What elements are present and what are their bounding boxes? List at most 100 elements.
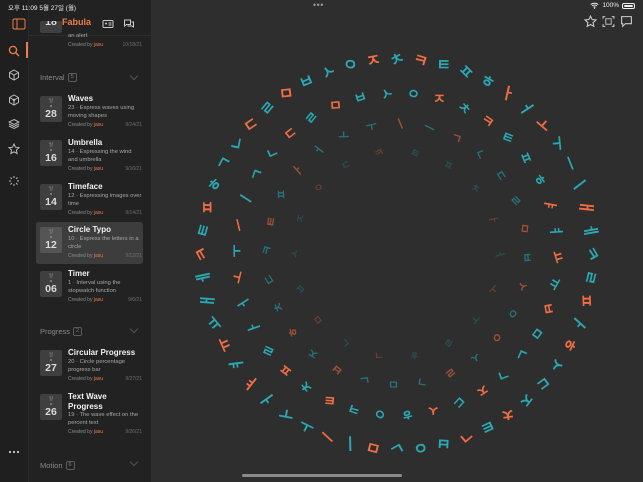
ring-glyph: ㄴ xyxy=(338,335,353,350)
ring-glyph: ㅊ xyxy=(270,300,287,315)
ring-glyph: ㅍ xyxy=(577,293,597,308)
ring-glyph: ㅍ xyxy=(441,158,455,173)
ring-glyph: ㅣ xyxy=(343,434,358,453)
list-item-text-wave-progress[interactable]: 일 26 Text Wave Progress 19 · The wave eff… xyxy=(36,389,143,439)
ring-glyph: ㅏ xyxy=(289,161,307,179)
chevron-down-icon[interactable] xyxy=(129,71,139,81)
ring-glyph: ㄷ xyxy=(281,124,301,145)
list-item-timeface[interactable]: 일 14 Timeface 12 · Expressing images over… xyxy=(36,179,143,221)
ring-glyph: ㅔ xyxy=(580,222,601,240)
ring-glyph: ㄱ xyxy=(416,374,429,390)
list-item-circle-typo[interactable]: 일 12 Circle Typo 10 · Express the letters… xyxy=(36,222,143,264)
ring-glyph: ㅍ xyxy=(515,149,535,167)
star-icon[interactable] xyxy=(583,14,598,28)
ring-glyph: ㅎ xyxy=(529,171,550,191)
multitasking-dots[interactable]: ••• xyxy=(313,0,324,10)
item-meta: Created by jasu 9/27/21 xyxy=(68,376,142,382)
item-meta: Created by jasu 9/16/21 xyxy=(68,166,142,172)
ring-glyph: ㅗ xyxy=(229,269,248,285)
ring-glyph: ㅅ xyxy=(515,279,531,293)
ring-glyph: ㅓ xyxy=(514,97,538,120)
ring-glyph: ㅣ xyxy=(236,189,256,209)
list-item-waves[interactable]: 일 28 Waves 23 · Express waves using movin… xyxy=(36,91,143,133)
screenshot-icon[interactable] xyxy=(602,15,615,28)
ring-glyph: ㅍ xyxy=(274,189,288,200)
more-icon[interactable] xyxy=(7,445,21,459)
ring-glyph: ㅏ xyxy=(486,213,500,225)
ring-glyph: ㅛ xyxy=(203,311,227,335)
cube-outline-icon[interactable] xyxy=(7,68,21,82)
ring-glyph: ㅡ xyxy=(230,216,249,232)
item-meta: Created by jasu 9/24/21 xyxy=(68,122,142,128)
ring-glyph: ㅂ xyxy=(436,433,452,453)
ring-glyph: ㅅ xyxy=(427,402,440,418)
ring-glyph: ㅊ xyxy=(499,404,516,425)
ring-glyph: ㄷ xyxy=(531,371,554,395)
ring-glyph: ㅠ xyxy=(544,274,564,293)
ring-glyph: ㅁ xyxy=(311,312,326,327)
ring-glyph: ㅊ xyxy=(297,376,318,396)
ring-glyph: ㅇ xyxy=(411,437,430,459)
ring-glyph: ㄱ xyxy=(374,348,385,361)
list-item-circular-progress[interactable]: 일 27 Circular Progress 20 · Circle percen… xyxy=(36,345,143,387)
ring-glyph: ㅡ xyxy=(421,119,437,137)
rail-active-indicator xyxy=(26,42,28,58)
circle-typo-canvas[interactable]: ㅋㄹㅍㅏㅎㅅㄷㅈㅊㅌㄱㅂㅇㄴㅁㅣㅡㅗㅜㅓㅑㅕㅠㅛㅐㅔㅋㅌㅍㅎㄱㄴㄷㄹㅁㅂㅅㅇㅈㅊ… xyxy=(151,0,643,482)
list-item-umbrella[interactable]: 일 16 Umbrella 14 · Expressing the wind an… xyxy=(36,135,143,177)
section-header-progress[interactable]: Progress 2 xyxy=(40,327,83,336)
ring-glyph: ㄱ xyxy=(494,364,512,384)
calendar-badge: 18 xyxy=(40,21,62,33)
ring-glyph: ㅁ xyxy=(364,437,383,459)
search-icon[interactable] xyxy=(7,44,21,58)
home-indicator xyxy=(242,474,402,477)
ring-glyph: ㅋ xyxy=(477,112,497,132)
ring-glyph: ㅐ xyxy=(576,199,596,216)
ring-glyph: ㅇ xyxy=(489,331,505,344)
ring-glyph: ㅈ xyxy=(364,50,382,71)
ring-glyph: ㄴ xyxy=(472,147,489,163)
ring-glyph: ㅋ xyxy=(259,243,276,258)
status-right: 100% xyxy=(590,2,635,9)
ring-glyph: ㄴ xyxy=(511,346,531,364)
cube-icon[interactable] xyxy=(7,93,21,107)
ring-glyph: ㅈ xyxy=(433,92,446,108)
ring-glyph: ㅗ xyxy=(485,282,501,297)
ring-glyph: ㄷ xyxy=(339,158,353,173)
ring-glyph: ㅂ xyxy=(352,89,369,108)
ring-glyph: ㅗ xyxy=(531,113,555,137)
star-icon[interactable] xyxy=(7,142,21,156)
list-item-timer[interactable]: 일 06 Timer 1 · Interval using the stopwat… xyxy=(36,266,143,308)
sidebar: Fabula 18 an alert Created by jasu 10/18/… xyxy=(29,0,151,482)
ring-glyph: ㅊ xyxy=(454,99,475,119)
ring-glyph: ㅅ xyxy=(288,248,302,260)
item-meta: Created by jasu 10/18/21 xyxy=(68,42,142,48)
ring-glyph: ㅡ xyxy=(558,153,581,174)
comment-icon[interactable] xyxy=(620,15,633,28)
ring-glyph: ㅓ xyxy=(492,248,506,260)
ring-glyph: ㅂ xyxy=(293,281,308,296)
ring-glyph: ㅍ xyxy=(198,200,217,215)
section-header-interval[interactable]: Interval 5 xyxy=(40,73,77,82)
ring-glyph: ㅓ xyxy=(310,142,328,159)
ring-glyph: ㄱ xyxy=(454,424,478,448)
chevron-down-icon[interactable] xyxy=(129,324,139,334)
ring-glyph: ㅌ xyxy=(408,146,422,161)
ring-glyph: ㅂ xyxy=(329,361,346,379)
ring-glyph: ㅁ xyxy=(278,83,295,104)
chevron-down-icon[interactable] xyxy=(129,457,139,467)
loader-icon[interactable] xyxy=(7,174,21,188)
ring-glyph: ㄴ xyxy=(386,437,408,461)
section-header-motion[interactable]: Motion 6 xyxy=(40,461,75,470)
ring-glyph: ㄴ xyxy=(358,372,371,388)
ring-glyph: ㄷ xyxy=(492,167,510,184)
list-item-partial[interactable]: 18 an alert Created by jasu 10/18/21 xyxy=(36,18,143,60)
item-meta: Created by jasu 9/26/21 xyxy=(68,429,142,435)
ring-glyph: ㅗ xyxy=(295,415,317,439)
calendar-badge: 일 26 xyxy=(40,394,62,420)
ring-glyph: ㅣ xyxy=(393,115,409,132)
ring-glyph: ㅎ xyxy=(477,69,499,93)
ring-glyph: ㅎ xyxy=(558,334,582,356)
ring-glyph: ㄹ xyxy=(507,192,525,210)
sidebar-toggle-icon[interactable] xyxy=(12,17,26,30)
layers-icon[interactable] xyxy=(7,117,21,131)
